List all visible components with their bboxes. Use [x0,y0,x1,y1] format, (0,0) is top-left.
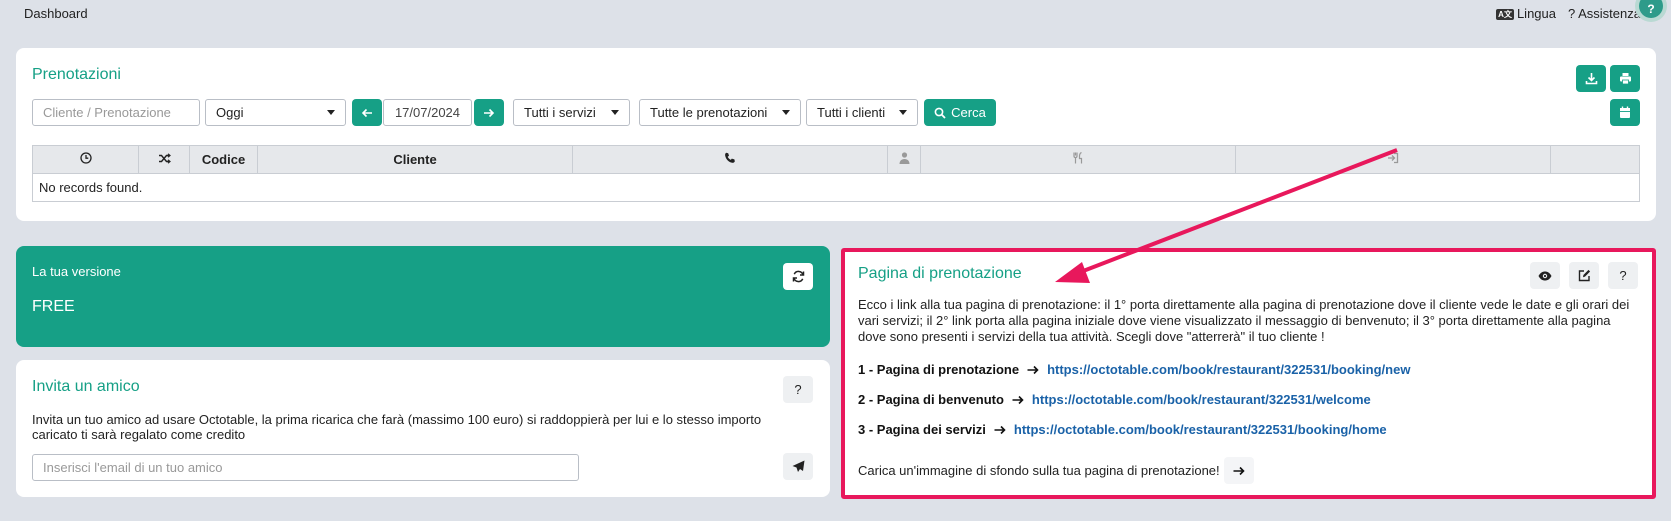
version-value: FREE [32,298,75,315]
booking-help-button[interactable]: ? [1608,262,1638,289]
search-input[interactable]: Cliente / Prenotazione [32,99,200,126]
print-button[interactable] [1610,65,1640,92]
checkin-column-header[interactable] [1235,145,1551,174]
bookings-filter-value: Tutte le prenotazioni [650,105,768,120]
arrow-right-icon [1012,395,1024,404]
next-day-button[interactable] [474,99,504,126]
prev-day-button[interactable] [352,99,382,126]
booking-link-row-1: 1 - Pagina di prenotazione https://octot… [858,362,1410,377]
calendar-button[interactable] [1610,99,1640,126]
invite-title: Invita un amico [32,378,140,395]
booking-link-url-1[interactable]: https://octotable.com/book/restaurant/32… [1047,362,1410,377]
client-column-header[interactable]: Cliente [257,145,573,174]
invite-text: Invita un tuo amico ad usare Octotable, … [32,412,762,442]
assistance-link[interactable]: ? Assistenza [1568,6,1641,21]
booking-link-label-2: 2 - Pagina di benvenuto [858,392,1004,407]
search-icon [934,107,946,119]
arrow-right-icon [484,108,495,117]
services-select[interactable]: Tutti i servizi [513,99,630,126]
arrow-right-icon [1027,365,1039,374]
shuffle-column-header[interactable] [138,145,190,174]
guests-column-header[interactable] [887,145,921,174]
services-value: Tutti i servizi [524,105,596,120]
paper-plane-icon [792,460,804,472]
version-label: La tua versione [32,264,121,279]
arrow-right-icon [994,425,1006,434]
preview-button[interactable] [1530,262,1560,289]
chevron-down-icon [899,110,907,115]
background-upload-row: Carica un'immagine di sfondo sulla tua p… [858,457,1254,484]
top-bar: Dashboard A文 Lingua ? Assistenza [0,0,1671,26]
chevron-down-icon [782,110,790,115]
bookings-table: Codice Cliente No records found. [32,145,1640,202]
extra-column-header [1550,145,1640,174]
shuffle-icon [158,153,171,164]
period-value: Oggi [216,105,244,120]
empty-message: No records found. [39,180,143,195]
bookings-filter-select[interactable]: Tutte le prenotazioni [639,99,801,126]
dashboard-link[interactable]: Dashboard [24,6,88,21]
bookings-title: Prenotazioni [32,66,121,83]
calendar-icon [1620,106,1630,118]
service-column-header[interactable] [920,145,1236,174]
search-button[interactable]: Cerca [924,99,996,126]
edit-button[interactable] [1569,262,1599,289]
booking-page-description: Ecco i link alla tua pagina di prenotazi… [858,297,1630,344]
eye-icon [1538,271,1552,280]
invite-help-button[interactable]: ? [783,376,813,403]
utensils-icon [1072,151,1082,164]
booking-link-label-3: 3 - Pagina dei servizi [858,422,986,437]
send-invite-button[interactable] [783,453,813,480]
background-upload-text: Carica un'immagine di sfondo sulla tua p… [858,463,1220,478]
sign-in-icon [1388,152,1399,164]
phone-column-header[interactable] [572,145,888,174]
refresh-button[interactable] [783,263,813,290]
chevron-down-icon [611,110,619,115]
booking-page-title: Pagina di prenotazione [858,265,1022,282]
booking-link-row-3: 3 - Pagina dei servizi https://octotable… [858,422,1387,437]
search-button-label: Cerca [951,105,986,120]
chevron-down-icon [327,110,335,115]
table-row: No records found. [33,174,1640,202]
code-column-header[interactable]: Codice [189,145,258,174]
date-input[interactable]: 17/07/2024 [383,99,472,126]
booking-link-url-3[interactable]: https://octotable.com/book/restaurant/32… [1014,422,1387,437]
top-bar-right: A文 Lingua ? Assistenza [1496,6,1641,21]
arrow-right-icon [1233,466,1245,475]
clients-select[interactable]: Tutti i clienti [806,99,918,126]
language-menu[interactable]: A文 Lingua [1496,6,1556,21]
background-upload-button[interactable] [1223,457,1254,484]
version-card [16,246,830,347]
download-icon [1585,73,1597,85]
invite-email-input[interactable]: Inserisci l'email di un tuo amico [32,454,579,481]
table-header: Codice Cliente [32,145,1640,174]
phone-icon [725,152,735,163]
booking-link-row-2: 2 - Pagina di benvenuto https://octotabl… [858,392,1371,407]
download-button[interactable] [1576,65,1606,92]
booking-link-label-1: 1 - Pagina di prenotazione [858,362,1020,377]
refresh-icon [792,270,804,283]
clients-value: Tutti i clienti [817,105,886,120]
booking-link-url-2[interactable]: https://octotable.com/book/restaurant/32… [1032,392,1371,407]
edit-icon [1578,269,1590,282]
person-icon [899,152,909,164]
period-select[interactable]: Oggi [205,99,346,126]
time-column-header[interactable] [32,145,139,174]
printer-icon [1619,73,1631,85]
language-label: Lingua [1516,5,1556,21]
language-icon: A文 [1496,8,1514,20]
clock-icon [79,152,92,164]
arrow-left-icon [361,108,372,117]
